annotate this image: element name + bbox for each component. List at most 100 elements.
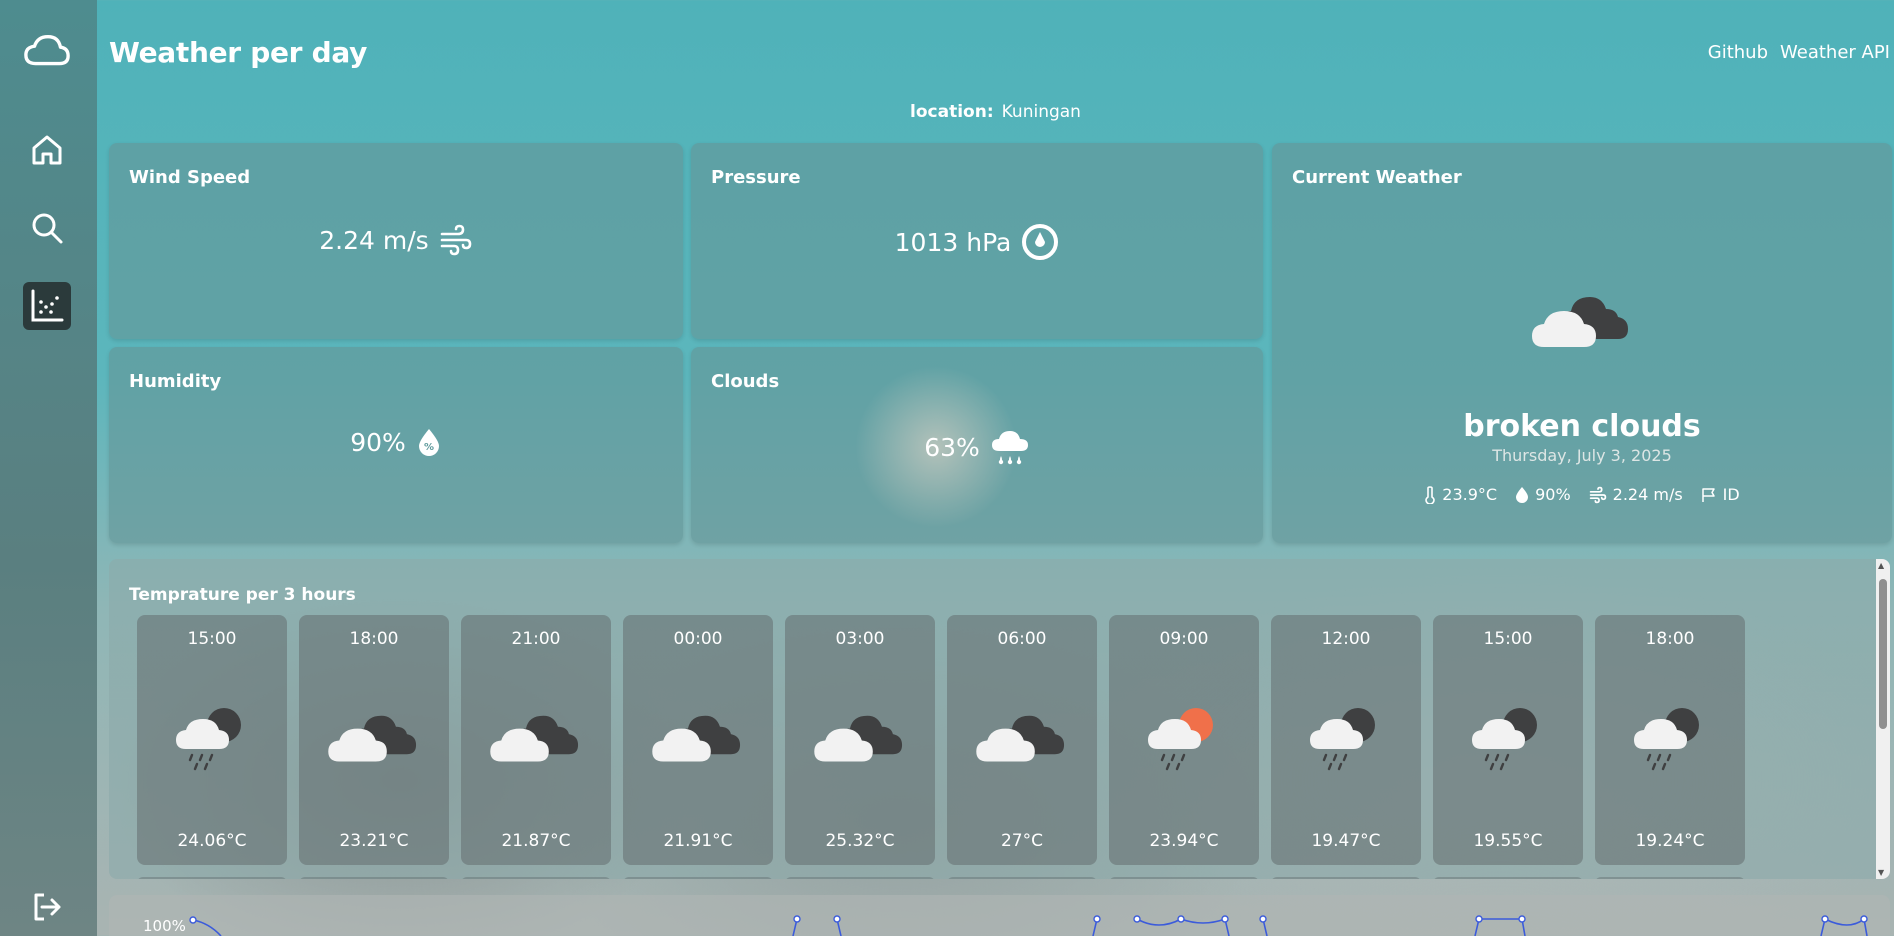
hour-temp: 24.06°C xyxy=(177,831,247,851)
next-row-card-edge xyxy=(1595,877,1745,879)
hour-time: 18:00 xyxy=(349,629,399,649)
hour-time: 00:00 xyxy=(673,629,723,649)
vertical-scrollbar[interactable]: ▲ ▼ xyxy=(1876,559,1890,879)
humidity-card: Humidity 90% % xyxy=(109,347,683,543)
current-weather-card: Current Weather broken clouds Thursday, … xyxy=(1272,143,1892,543)
hourly-card[interactable]: 00:00 21.91°C xyxy=(623,615,773,865)
cloud-icon[interactable] xyxy=(23,28,71,76)
hourly-card[interactable]: 12:00 19.47°C xyxy=(1271,615,1421,865)
cloud-rain-icon xyxy=(991,431,1028,465)
current-stats: 23.9°C 90% 2.24 m/s ID xyxy=(1272,485,1892,504)
card-value-row: 2.24 m/s xyxy=(109,223,683,257)
flag-icon xyxy=(1701,487,1715,502)
next-row-card-edge xyxy=(1109,877,1259,879)
location-bar: location: Kuningan xyxy=(0,102,1894,122)
clouds-value: 63% xyxy=(924,432,980,462)
hour-time: 09:00 xyxy=(1159,629,1209,649)
humidity-value: 90% xyxy=(350,427,406,457)
hour-time: 18:00 xyxy=(1645,629,1695,649)
next-row-card-edge xyxy=(1433,877,1583,879)
scroll-up-arrow[interactable]: ▲ xyxy=(1878,561,1884,570)
hour-temp: 23.21°C xyxy=(339,831,409,851)
top-links: Github Weather API xyxy=(1708,42,1890,63)
hourly-card[interactable]: 03:00 25.32°C xyxy=(785,615,935,865)
humidity-drop-icon: % xyxy=(418,429,439,456)
next-row-card-edge xyxy=(623,877,773,879)
hourly-card[interactable]: 18:00 19.24°C xyxy=(1595,615,1745,865)
broken-clouds-icon xyxy=(299,703,449,767)
rain-night-icon xyxy=(1433,703,1583,775)
scroll-down-arrow[interactable]: ▼ xyxy=(1878,868,1884,877)
card-title: Pressure xyxy=(711,167,801,188)
wind-speed-value: 2.24 m/s xyxy=(319,225,429,255)
wind-icon xyxy=(440,224,472,256)
humidity-stat: 90% xyxy=(1515,485,1571,504)
hourly-card[interactable]: 18:00 23.21°C xyxy=(299,615,449,865)
weather-date: Thursday, July 3, 2025 xyxy=(1492,446,1672,465)
rain-night-icon xyxy=(1595,703,1745,775)
page-title: Weather per day xyxy=(109,36,368,69)
card-title: Wind Speed xyxy=(129,167,251,188)
hour-temp: 19.47°C xyxy=(1311,831,1381,851)
thermometer-icon xyxy=(1425,485,1436,504)
hourly-card[interactable]: 06:00 27°C xyxy=(947,615,1097,865)
github-link[interactable]: Github xyxy=(1708,42,1768,63)
broken-clouds-icon xyxy=(461,703,611,767)
hour-temp: 21.87°C xyxy=(501,831,571,851)
logout-icon[interactable] xyxy=(23,883,71,931)
hour-time: 15:00 xyxy=(187,629,237,649)
scrollbar-thumb[interactable] xyxy=(1879,579,1887,729)
hourly-card[interactable]: 21:00 21.87°C xyxy=(461,615,611,865)
hour-temp: 23.94°C xyxy=(1149,831,1219,851)
hourly-card[interactable]: 15:00 19.55°C xyxy=(1433,615,1583,865)
clouds-card: Clouds 63% xyxy=(691,347,1263,543)
temperature-value: 23.9°C xyxy=(1442,485,1498,504)
location-label: location: xyxy=(910,102,994,122)
rain-night-icon xyxy=(137,703,287,775)
hour-time: 15:00 xyxy=(1483,629,1533,649)
hour-temp: 25.32°C xyxy=(825,831,895,851)
svg-text:%: % xyxy=(424,442,434,453)
wind-stat-value: 2.24 m/s xyxy=(1612,485,1683,504)
hour-temp: 21.91°C xyxy=(663,831,733,851)
pressure-card: Pressure 1013 hPa xyxy=(691,143,1263,339)
home-icon[interactable] xyxy=(23,126,71,174)
hour-temp: 27°C xyxy=(1000,831,1043,851)
next-row-card-edge xyxy=(137,877,287,879)
next-row-card-edge xyxy=(461,877,611,879)
humidity-chart-card: 100% xyxy=(109,895,1890,936)
country-stat: ID xyxy=(1701,485,1740,504)
search-icon[interactable] xyxy=(23,204,71,252)
hourly-card[interactable]: 15:00 24.06°C xyxy=(137,615,287,865)
wind-stat: 2.24 m/s xyxy=(1589,485,1683,504)
card-value-row: 90% % xyxy=(109,427,683,457)
wind-speed-card: Wind Speed 2.24 m/s xyxy=(109,143,683,339)
hour-temp: 19.55°C xyxy=(1473,831,1543,851)
pressure-value: 1013 hPa xyxy=(894,227,1012,257)
card-value-row: 1013 hPa xyxy=(691,223,1263,261)
broken-clouds-icon xyxy=(623,703,773,767)
card-title: Current Weather xyxy=(1292,167,1462,188)
sidebar xyxy=(0,0,97,936)
hourly-forecast-panel: Temprature per 3 hours 15:00 24.06°C 18:00… xyxy=(109,559,1890,879)
broken-clouds-icon xyxy=(1272,283,1892,353)
next-row-card-edge xyxy=(947,877,1097,879)
wind-icon xyxy=(1589,486,1606,503)
broken-clouds-icon xyxy=(947,703,1097,767)
location-value: Kuningan xyxy=(1001,102,1081,122)
hour-temp: 19.24°C xyxy=(1635,831,1705,851)
card-title: Humidity xyxy=(129,371,222,392)
hour-time: 12:00 xyxy=(1321,629,1371,649)
gauge-icon xyxy=(1022,224,1059,260)
humidity-stat-value: 90% xyxy=(1535,485,1571,504)
rain-night-icon xyxy=(1271,703,1421,775)
hour-time: 21:00 xyxy=(511,629,561,649)
card-title: Clouds xyxy=(711,371,780,392)
temperature-stat: 23.9°C xyxy=(1424,485,1497,504)
humidity-drop-icon xyxy=(1516,487,1529,503)
scatter-chart-icon[interactable] xyxy=(23,282,71,330)
next-row-card-edge xyxy=(785,877,935,879)
hour-time: 03:00 xyxy=(835,629,885,649)
hourly-card[interactable]: 09:00 23.94°C xyxy=(1109,615,1259,865)
weather-api-link[interactable]: Weather API xyxy=(1780,42,1890,63)
